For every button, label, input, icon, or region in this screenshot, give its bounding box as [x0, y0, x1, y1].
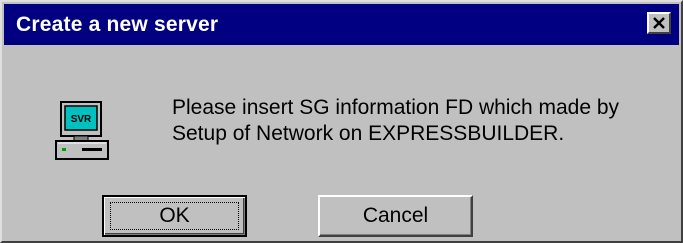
message-line-1: Please insert SG information FD which ma… [172, 96, 620, 119]
icon-label: SVR [71, 114, 92, 125]
server-computer-icon: SVR [52, 96, 124, 168]
ok-button-label: OK [159, 204, 190, 227]
message-line-2: Setup of Network on EXPRESSBUILDER. [172, 122, 565, 145]
ok-button[interactable]: OK [102, 195, 247, 237]
dialog-title: Create a new server [16, 13, 219, 36]
close-button[interactable] [647, 12, 671, 34]
dialog-message: Please insert SG information FD which ma… [172, 95, 652, 147]
title-bar[interactable]: Create a new server [4, 4, 679, 45]
close-icon [653, 17, 665, 29]
cancel-button[interactable]: Cancel [318, 195, 473, 237]
create-server-dialog: Create a new server SVR Please insert SG… [0, 0, 683, 243]
cancel-button-label: Cancel [362, 204, 429, 227]
